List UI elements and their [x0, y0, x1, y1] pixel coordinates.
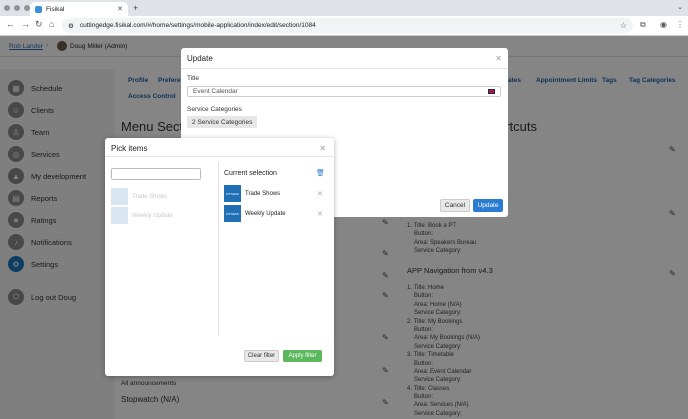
column-divider: [218, 162, 219, 336]
close-icon[interactable]: ✕: [495, 54, 502, 63]
available-item: Weekly Update: [111, 207, 173, 224]
browser-toolbar: ← → ↻ ⌂ ⚙ cuttingedge.fisikal.com/#/home…: [0, 16, 688, 36]
selected-item: FITNESS Trade Shows: [224, 185, 280, 202]
apply-filter-button[interactable]: Apply filter: [283, 350, 322, 362]
service-categories-button[interactable]: 2 Service Categories: [187, 116, 258, 128]
forward-icon[interactable]: →: [21, 19, 30, 29]
remove-item-icon[interactable]: ✕: [317, 210, 323, 218]
item-thumbnail: [111, 188, 128, 205]
pick-items-modal: Pick items ✕ Trade Shows Weekly Update C…: [105, 138, 334, 376]
selected-item: FITNESS Weekly Update: [224, 205, 286, 222]
current-selection-title: Current selection: [224, 170, 277, 177]
pick-items-title: Pick items: [111, 144, 148, 153]
item-thumbnail: [111, 207, 128, 224]
tab-title: Fisikal: [46, 5, 65, 13]
bookmark-star-icon[interactable]: ☆: [620, 21, 627, 30]
item-thumbnail: FITNESS: [224, 185, 241, 202]
kebab-menu-icon[interactable]: ⋮: [676, 20, 684, 29]
remove-item-icon[interactable]: ✕: [317, 190, 323, 198]
favicon-icon: [35, 5, 42, 13]
service-categories-label: Service Categories: [187, 106, 242, 113]
new-tab-icon[interactable]: +: [133, 3, 138, 13]
title-input[interactable]: Event Calendar: [187, 86, 501, 97]
close-tab-icon[interactable]: ✕: [117, 5, 123, 13]
update-button[interactable]: Update: [473, 199, 503, 212]
divider: [181, 68, 508, 69]
update-modal-title: Update: [187, 54, 213, 63]
site-info-icon[interactable]: ⚙: [68, 22, 74, 30]
extensions-icon[interactable]: ⧉: [640, 20, 646, 30]
trash-icon[interactable]: 🗑: [316, 169, 325, 177]
item-thumbnail: FITNESS: [224, 205, 241, 222]
browser-tab[interactable]: Fisikal ✕: [30, 2, 128, 16]
reload-icon[interactable]: ↻: [35, 19, 43, 30]
close-icon[interactable]: ✕: [319, 144, 326, 153]
available-item: Trade Shows: [111, 188, 167, 205]
title-label: Title: [187, 75, 200, 82]
url-text: cuttingedge.fisikal.com/#/home/settings/…: [79, 22, 316, 29]
back-icon[interactable]: ←: [6, 19, 15, 29]
language-flag-icon[interactable]: [488, 89, 495, 94]
chevron-down-icon[interactable]: ⌄: [677, 3, 683, 11]
search-input[interactable]: [111, 168, 201, 180]
address-bar[interactable]: ⚙ cuttingedge.fisikal.com/#/home/setting…: [62, 18, 633, 33]
home-icon[interactable]: ⌂: [49, 19, 54, 29]
browser-tab-bar: Fisikal ✕ + ⌄: [0, 0, 688, 16]
profile-icon[interactable]: ◉: [660, 20, 667, 29]
window-controls[interactable]: [4, 5, 30, 11]
cancel-button[interactable]: Cancel: [440, 199, 470, 212]
divider: [105, 156, 334, 157]
clear-filter-button[interactable]: Clear filter: [244, 350, 279, 362]
